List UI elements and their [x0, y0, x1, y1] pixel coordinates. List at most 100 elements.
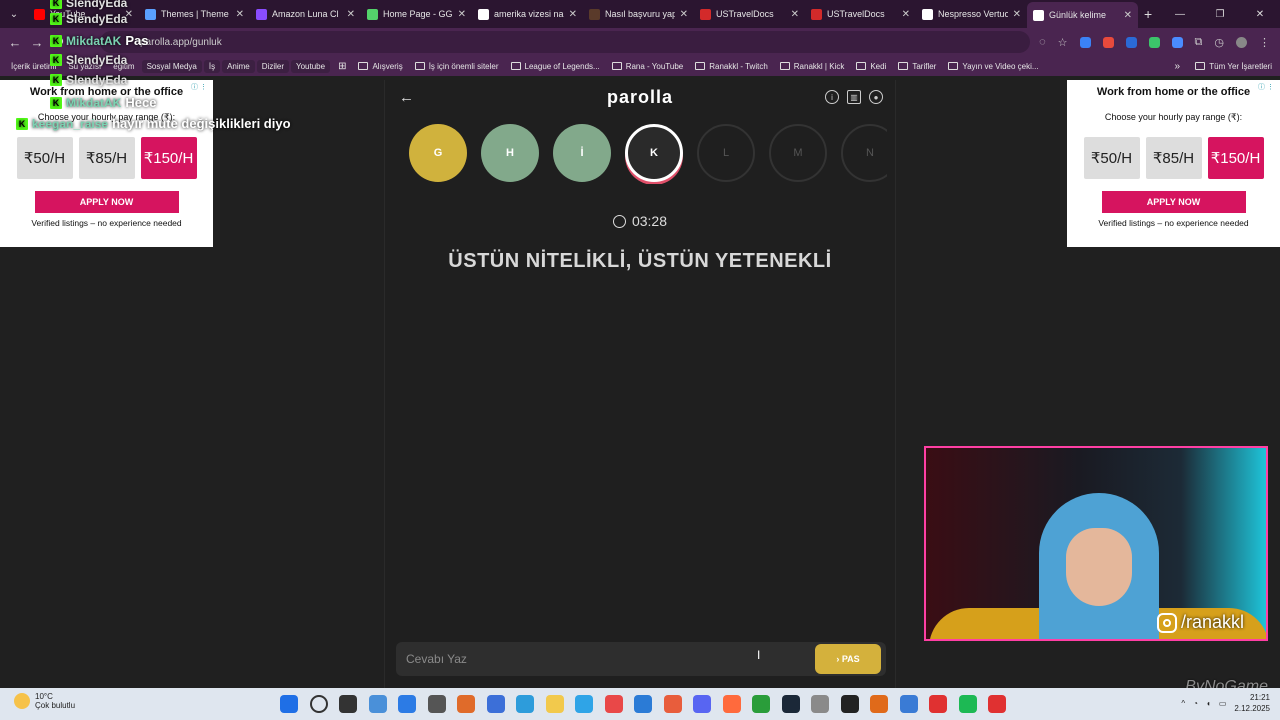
restore-icon[interactable]: ❐	[1200, 0, 1240, 28]
profile-icon[interactable]: ●	[869, 90, 883, 104]
chrome-icon[interactable]	[634, 695, 652, 713]
close-window-icon[interactable]: ✕	[1240, 0, 1280, 28]
widgets-icon[interactable]	[368, 695, 387, 713]
app-icon[interactable]	[811, 695, 829, 713]
bookmark-folder[interactable]: Tarifler	[892, 62, 942, 71]
close-tab-icon[interactable]: ✕	[791, 9, 799, 20]
file-explorer-icon[interactable]	[545, 695, 564, 713]
extension-icon[interactable]	[1125, 36, 1137, 48]
close-tab-icon[interactable]: ✕	[458, 9, 466, 20]
windows-start-icon[interactable]	[280, 695, 298, 713]
app-icon[interactable]	[899, 695, 918, 713]
browser-tab[interactable]: Günlük kelime ✕	[1027, 2, 1138, 28]
ad-banner-right[interactable]: ⓘ ⋮ Work from home or the office Choose …	[1067, 80, 1280, 247]
apply-now-button[interactable]: APPLY NOW	[1101, 191, 1246, 213]
extension-icon[interactable]	[1102, 36, 1114, 48]
folder-icon	[948, 62, 959, 70]
app-icon[interactable]	[988, 695, 1006, 713]
extension-icon[interactable]	[1148, 36, 1160, 48]
letter-circle: İ	[553, 124, 611, 182]
puzzle-icon[interactable]: ⧉	[1195, 36, 1203, 49]
bookmark-folder[interactable]: Rana - YouTube	[606, 62, 690, 71]
bookmark-folder[interactable]: Yayın ve Video çeki...	[942, 62, 1044, 71]
speaker-icon[interactable]: ◖	[1206, 699, 1211, 708]
pay-option[interactable]: ₹50/H	[1083, 137, 1140, 179]
menu-icon[interactable]: ⋮	[1259, 36, 1270, 49]
folder-icon	[1195, 62, 1206, 70]
app-icon[interactable]	[457, 695, 475, 713]
new-tab-button[interactable]: +	[1144, 6, 1152, 22]
app-icon[interactable]	[870, 695, 888, 713]
browser-tab[interactable]: USTravelDocs ✕	[805, 3, 916, 25]
info-icon[interactable]: i	[825, 90, 839, 104]
chevron-up-icon[interactable]: ^	[1181, 699, 1185, 708]
close-tab-icon[interactable]: ✕	[1013, 9, 1021, 20]
steam-icon[interactable]	[781, 695, 800, 713]
tab-title: Nasıl başvuru yap	[605, 9, 675, 19]
avatar[interactable]	[1236, 36, 1247, 48]
pass-button[interactable]: › PAS	[815, 644, 881, 674]
spotify-icon[interactable]	[958, 695, 977, 713]
epic-games-icon[interactable]	[840, 695, 859, 713]
bookmark-folder[interactable]: Alışveriş	[352, 62, 408, 71]
bookmark-folder[interactable]: Kedi	[850, 62, 892, 71]
network-icon[interactable]: ◔	[1193, 699, 1198, 708]
app-icon[interactable]	[486, 695, 505, 713]
favicon-icon	[922, 8, 933, 20]
ad-info-icon[interactable]: ⓘ ⋮	[1258, 82, 1274, 92]
task-view-icon[interactable]	[339, 695, 357, 713]
close-tab-icon[interactable]: ✕	[1124, 10, 1132, 21]
instagram-icon	[1156, 612, 1177, 633]
bookmark-folder[interactable]: Ranakkl - Twitch	[689, 62, 774, 71]
extension-icon[interactable]	[1171, 36, 1183, 48]
close-tab-icon[interactable]: ✕	[680, 9, 688, 20]
chat-text: Hece	[125, 95, 157, 110]
all-bookmarks-folder[interactable]: Tüm Yer İşaretleri	[1195, 62, 1272, 71]
pay-option[interactable]: ₹85/H	[1145, 137, 1202, 179]
more-bookmarks-icon[interactable]: »	[1174, 61, 1180, 72]
star-icon[interactable]: ☆	[1058, 36, 1068, 49]
bookmark-folder[interactable]: Ranakkl | Kick	[774, 62, 851, 71]
answer-input[interactable]	[396, 642, 806, 676]
clock[interactable]: 21:21 2.12.2025	[1234, 692, 1270, 714]
app-icon[interactable]	[929, 695, 947, 713]
app-icon[interactable]	[575, 695, 593, 713]
instagram-handle-text: /ranakkl	[1180, 612, 1244, 632]
app-icon[interactable]	[604, 695, 623, 713]
app-icon[interactable]	[516, 695, 534, 713]
app-icon[interactable]	[722, 695, 741, 713]
pay-option[interactable]: ₹150/H	[1207, 137, 1264, 179]
bookmark-folder[interactable]: League of Legends...	[505, 62, 606, 71]
close-tab-icon[interactable]: ✕	[902, 9, 910, 20]
apply-now-button[interactable]: APPLY NOW	[34, 191, 179, 213]
webcam-overlay: /ranakkl	[924, 446, 1268, 641]
pay-option[interactable]: ₹50/H	[16, 137, 73, 179]
stats-icon[interactable]: ▥	[847, 90, 861, 104]
battery-icon[interactable]: ▭	[1219, 699, 1227, 708]
firefox-icon[interactable]	[663, 695, 682, 713]
pay-option[interactable]: ₹150/H	[140, 137, 197, 179]
discord-icon[interactable]	[693, 695, 711, 713]
chat-username: MikdatAK	[66, 95, 122, 110]
extension-icon[interactable]	[1079, 36, 1091, 48]
search-icon[interactable]	[309, 695, 328, 713]
favicon-icon	[367, 8, 378, 20]
browser-tab[interactable]: USTravelDocs ✕	[694, 3, 805, 25]
pay-option[interactable]: ₹85/H	[78, 137, 135, 179]
browser-tab[interactable]: Nasıl başvuru yap ✕	[583, 3, 694, 25]
weather-temp: 10°C	[35, 692, 53, 701]
weather-widget[interactable]: 10°C Çok bulutlu	[14, 692, 75, 710]
tab-title: amerika vizesi na	[494, 9, 564, 19]
browser-tab[interactable]: Home Page - GG ✕	[361, 3, 472, 25]
xbox-icon[interactable]	[752, 695, 770, 713]
close-tab-icon[interactable]: ✕	[569, 9, 577, 20]
app-icon[interactable]	[427, 695, 446, 713]
browser-tab[interactable]: amerika vizesi na ✕	[472, 3, 583, 25]
minimize-icon[interactable]: —	[1160, 0, 1200, 28]
history-icon[interactable]: ◷	[1214, 36, 1224, 49]
browser-tab[interactable]: Nespresso Vertuo ✕	[916, 3, 1027, 25]
store-icon[interactable]	[398, 695, 416, 713]
eye-off-icon[interactable]: ◌	[1039, 36, 1046, 48]
bookmark-folder[interactable]: İş için önemli siteler	[409, 62, 505, 71]
taskbar: 10°C Çok bulutlu ^ ◔ ◖ ▭ 21:21 2.12.2025	[0, 688, 1280, 720]
